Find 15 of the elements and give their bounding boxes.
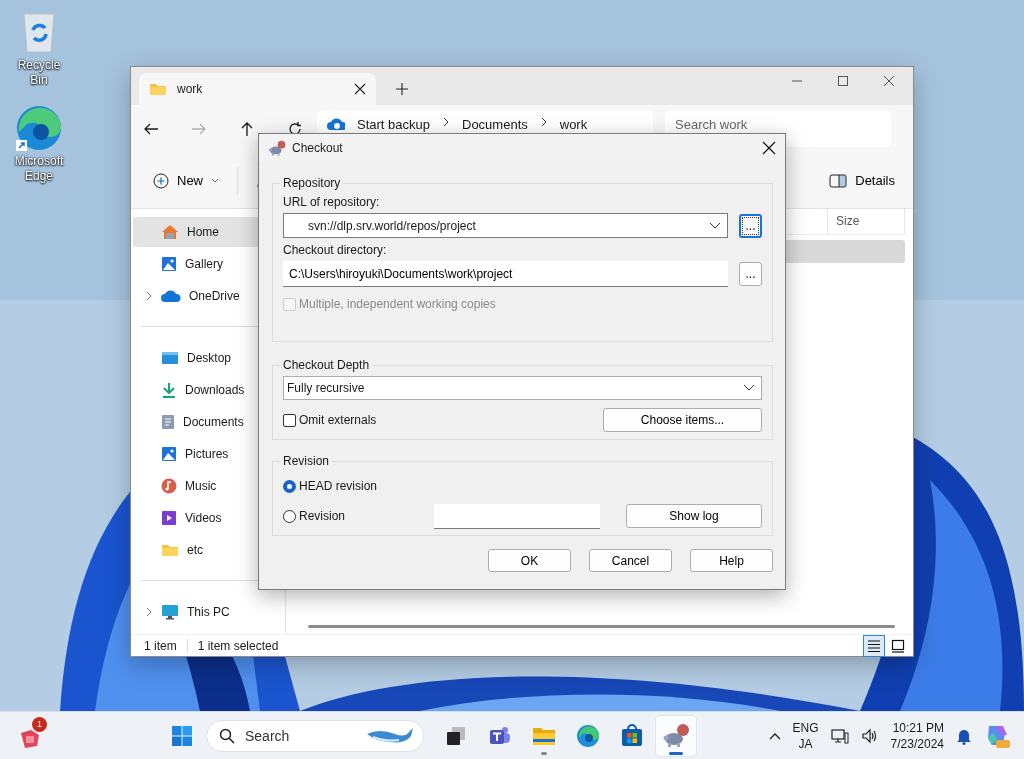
search-placeholder: Search: [245, 727, 290, 744]
dropdown-value: Fully recursive: [287, 381, 366, 395]
field-label: URL of repository:: [283, 195, 381, 209]
notification-badge: 1: [32, 716, 47, 732]
status-text: 1 item selected: [197, 638, 279, 653]
group-label: Checkout Depth: [282, 358, 371, 372]
combobox-value: svn://dlp.srv.world/repos/project: [308, 218, 477, 233]
radio-label: HEAD revision: [299, 479, 378, 493]
status-text: 1 item: [144, 638, 177, 653]
checkbox-label: Multiple, independent working copies: [299, 297, 496, 311]
field-label: Checkout directory:: [283, 243, 388, 257]
group-label: Repository: [282, 176, 342, 190]
checkbox-label: Omit externals: [299, 413, 377, 427]
group-label: Revision: [282, 454, 331, 468]
radio-label: Revision: [299, 509, 346, 523]
